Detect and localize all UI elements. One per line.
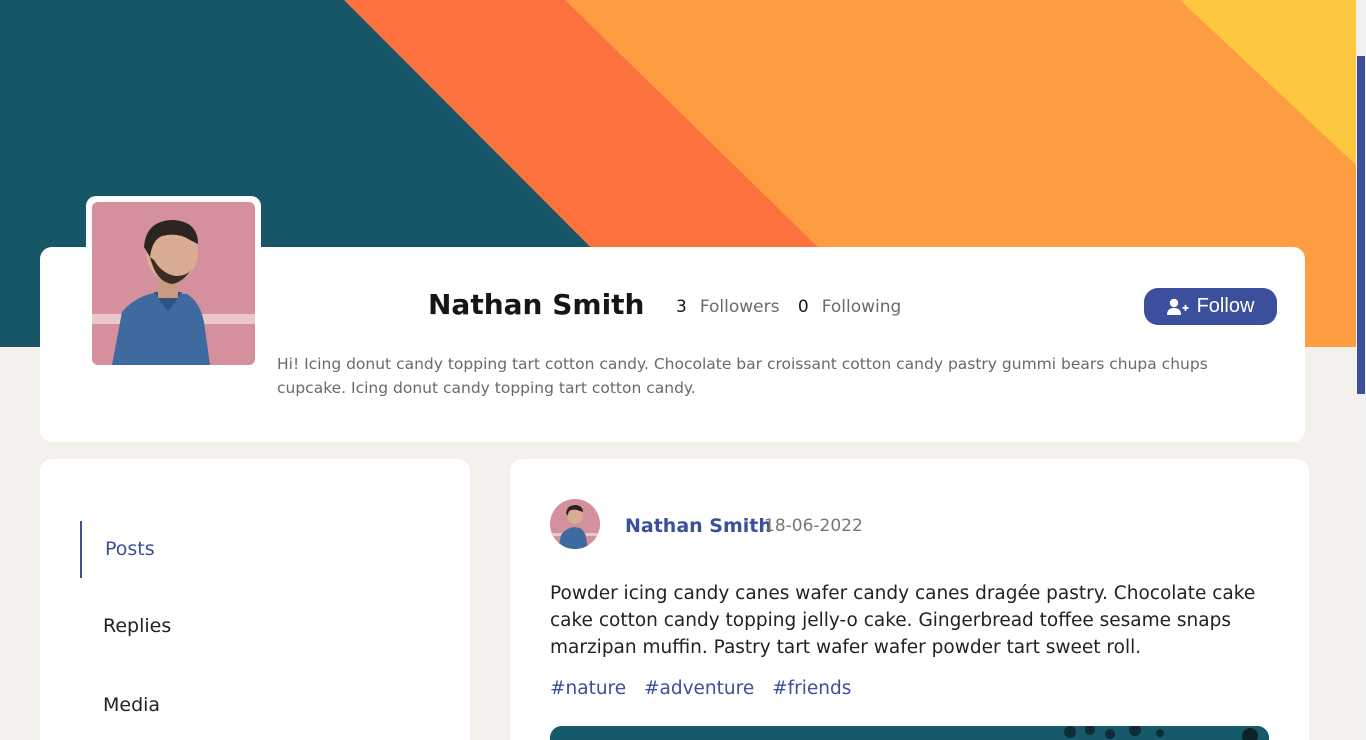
tag-link[interactable]: #adventure (644, 678, 754, 699)
post-tags: #nature #adventure #friends (550, 678, 863, 699)
tag-link[interactable]: #friends (772, 678, 851, 699)
page-scrollbar[interactable] (1356, 0, 1366, 740)
user-plus-icon (1166, 298, 1189, 315)
following-label[interactable]: Following (822, 297, 902, 317)
profile-name: Nathan Smith (428, 288, 645, 321)
post-author-avatar[interactable] (550, 499, 600, 549)
follow-button[interactable]: Follow (1144, 288, 1277, 325)
profile-bio: Hi! Icing donut candy topping tart cotto… (277, 355, 1208, 397)
post-image[interactable] (550, 726, 1269, 740)
followers-count[interactable]: 3 (676, 297, 687, 317)
profile-avatar (86, 196, 261, 370)
profile-photo (92, 202, 255, 365)
nav-item-replies[interactable]: Replies (80, 615, 171, 637)
followers-label[interactable]: Followers (700, 297, 780, 317)
follow-stats: 3 Followers 0 Following (676, 297, 914, 317)
post-author-photo (550, 499, 600, 549)
post-photo (550, 726, 1269, 740)
post-date: 18-06-2022 (764, 516, 863, 536)
following-count[interactable]: 0 (798, 297, 809, 317)
follow-button-label: Follow (1196, 295, 1255, 317)
nav-item-posts[interactable]: Posts (80, 521, 155, 578)
scrollbar-thumb[interactable] (1357, 56, 1365, 394)
post-author-name[interactable]: Nathan Smith (625, 515, 772, 537)
nav-item-media[interactable]: Media (80, 694, 160, 716)
post-text: Powder icing candy canes wafer candy can… (550, 583, 1256, 658)
tag-link[interactable]: #nature (550, 678, 626, 699)
